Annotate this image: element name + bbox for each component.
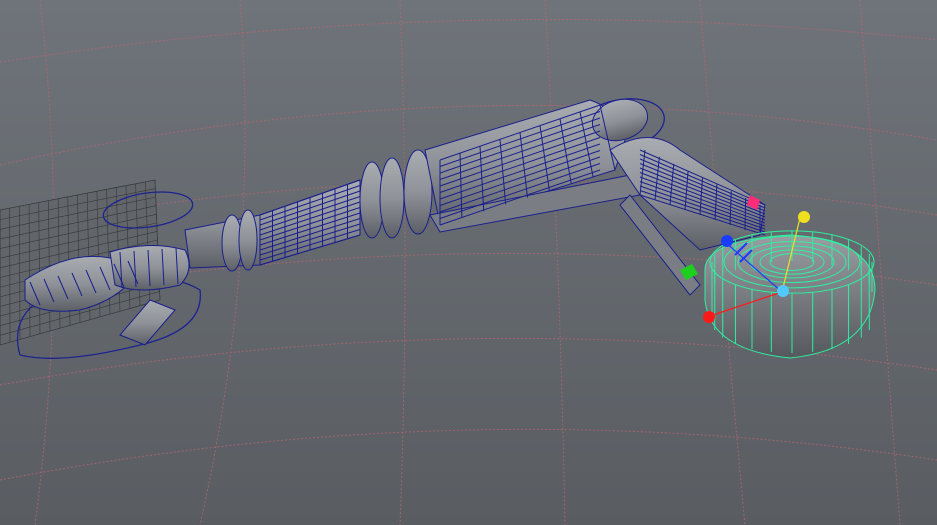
y-axis-handle[interactable] <box>798 211 810 223</box>
robot-wrist-rings[interactable] <box>359 149 433 239</box>
lowerlink-ring-line <box>744 198 747 231</box>
x-axis-handle[interactable] <box>703 311 715 323</box>
viewport-scene[interactable] <box>0 0 937 525</box>
center-handle[interactable] <box>777 285 789 297</box>
3d-viewport[interactable] <box>0 0 937 525</box>
z-axis-handle[interactable] <box>721 235 733 247</box>
selected-end-effector-disk[interactable] <box>704 230 876 359</box>
